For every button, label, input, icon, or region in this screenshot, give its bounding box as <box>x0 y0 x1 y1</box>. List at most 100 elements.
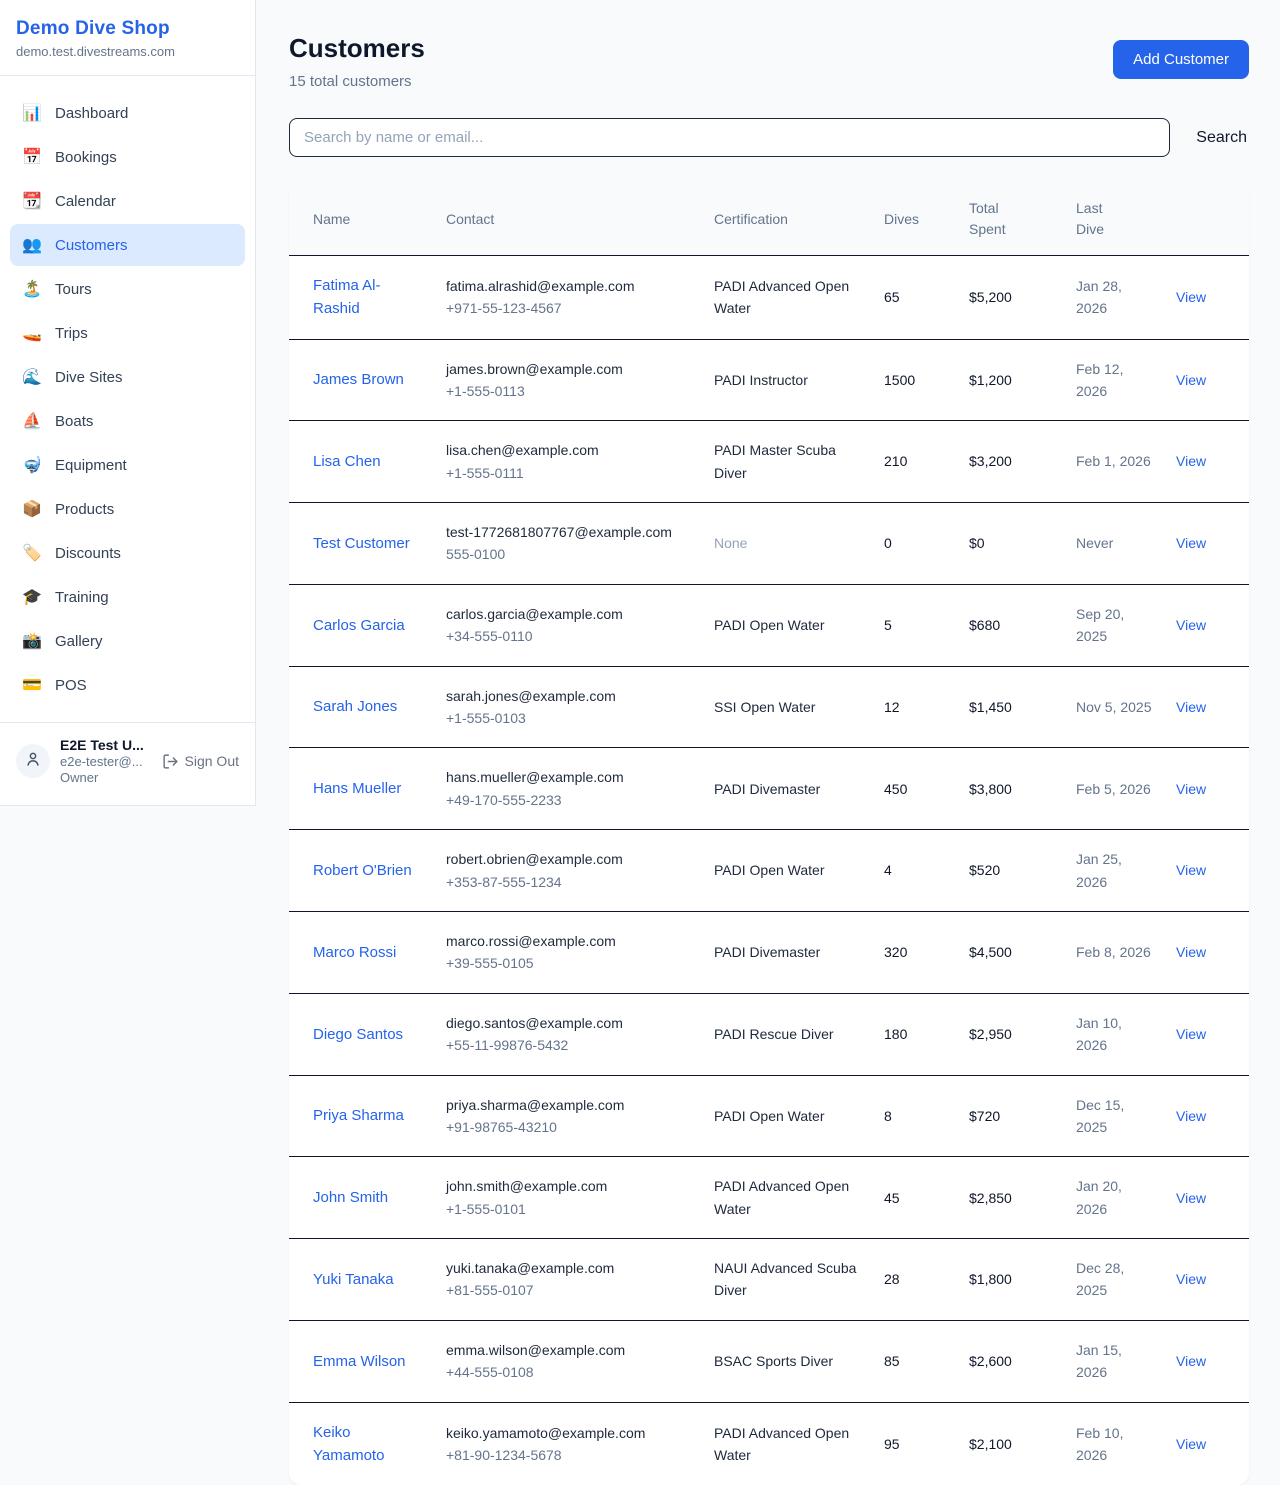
customer-certification: NAUI Advanced Scuba Diver <box>714 1260 856 1298</box>
cell-total-spent: $680 <box>957 584 1064 666</box>
cell-total-spent: $520 <box>957 830 1064 912</box>
view-customer-link[interactable]: View <box>1176 1190 1206 1206</box>
customer-name-link[interactable]: Fatima Al-Rashid <box>313 274 422 321</box>
sidebar-item-calendar[interactable]: 📆Calendar <box>10 180 245 222</box>
view-customer-link[interactable]: View <box>1176 1436 1206 1452</box>
customer-total-spent: $720 <box>969 1108 1000 1124</box>
customer-total-spent: $2,950 <box>969 1026 1012 1042</box>
cell-last-dive: Feb 1, 2026 <box>1064 421 1164 503</box>
customer-dives: 320 <box>884 944 907 960</box>
view-customer-link[interactable]: View <box>1176 617 1206 633</box>
view-customer-link[interactable]: View <box>1176 781 1206 797</box>
view-customer-link[interactable]: View <box>1176 289 1206 305</box>
sidebar-item-dashboard[interactable]: 📊 Dashboard <box>10 92 245 134</box>
customer-certification: None <box>714 535 747 551</box>
column-header-name: Name <box>289 183 434 256</box>
add-customer-button[interactable]: Add Customer <box>1113 40 1249 79</box>
customer-name-link[interactable]: Marco Rossi <box>313 941 396 964</box>
customer-certification: PADI Open Water <box>714 862 824 878</box>
cell-certification: PADI Open Water <box>702 1075 872 1157</box>
customer-name-link[interactable]: Yuki Tanaka <box>313 1268 394 1291</box>
view-customer-link[interactable]: View <box>1176 1271 1206 1287</box>
customer-name-link[interactable]: Diego Santos <box>313 1023 403 1046</box>
customer-name-link[interactable]: Emma Wilson <box>313 1350 406 1373</box>
view-customer-link[interactable]: View <box>1176 372 1206 388</box>
products-icon: 📦 <box>22 499 42 519</box>
dashboard-icon: 📊 <box>22 103 42 123</box>
view-customer-link[interactable]: View <box>1176 1108 1206 1124</box>
table-row: John Smith john.smith@example.com+1-555-0… <box>289 1157 1249 1239</box>
customer-last-dive: Feb 5, 2026 <box>1076 781 1151 797</box>
cell-actions: View <box>1164 748 1249 830</box>
cell-actions: View <box>1164 503 1249 585</box>
sidebar-item-trips[interactable]: 🚤Trips <box>10 312 245 354</box>
customer-email: james.brown@example.com <box>446 358 690 380</box>
search-input[interactable] <box>289 118 1170 157</box>
view-customer-link[interactable]: View <box>1176 535 1206 551</box>
cell-total-spent: $2,850 <box>957 1157 1064 1239</box>
customer-certification: PADI Open Water <box>714 1108 824 1124</box>
customer-name-link[interactable]: Carlos Garcia <box>313 614 405 637</box>
sidebar-item-discounts[interactable]: 🏷️Discounts <box>10 532 245 574</box>
table-header-row: NameContactCertificationDivesTotal Spent… <box>289 183 1249 256</box>
cell-certification: None <box>702 503 872 585</box>
sidebar-item-products[interactable]: 📦Products <box>10 488 245 530</box>
search-row: Search <box>289 118 1249 157</box>
customer-name-link[interactable]: Priya Sharma <box>313 1104 404 1127</box>
boats-icon: ⛵ <box>22 411 42 431</box>
sidebar-item-pos[interactable]: 💳POS <box>10 664 245 706</box>
sidebar-item-bookings[interactable]: 📅Bookings <box>10 136 245 178</box>
customer-phone: +55-11-99876-5432 <box>446 1034 690 1056</box>
customer-email: priya.sharma@example.com <box>446 1094 690 1116</box>
sidebar-item-label: Dashboard <box>55 105 128 122</box>
customer-total-spent: $2,850 <box>969 1190 1012 1206</box>
table-row: Carlos Garciacarlos.garcia@example.com+3… <box>289 584 1249 666</box>
cell-total-spent: $1,200 <box>957 339 1064 421</box>
sidebar-item-equipment[interactable]: 🤿Equipment <box>10 444 245 486</box>
cell-last-dive: Feb 10, 2026 <box>1064 1402 1164 1485</box>
trips-icon: 🚤 <box>22 323 42 343</box>
sidebar-item-customers[interactable]: 👥Customers <box>10 224 245 266</box>
sidebar-item-gallery[interactable]: 📸Gallery <box>10 620 245 662</box>
sidebar-item-training[interactable]: 🎓Training <box>10 576 245 618</box>
customer-last-dive: Jan 10, 2026 <box>1076 1015 1122 1053</box>
customer-phone: +1-555-0111 <box>446 462 690 484</box>
cell-total-spent: $3,800 <box>957 748 1064 830</box>
cell-name: Robert O'Brien <box>289 830 434 912</box>
customer-name-link[interactable]: James Brown <box>313 368 404 391</box>
view-customer-link[interactable]: View <box>1176 699 1206 715</box>
cell-contact: john.smith@example.com+1-555-0101 <box>434 1157 702 1239</box>
sidebar-item-tours[interactable]: 🏝️Tours <box>10 268 245 310</box>
customer-name-link[interactable]: Sarah Jones <box>313 695 397 718</box>
sign-out-button[interactable]: Sign Out <box>162 753 239 770</box>
customer-last-dive: Sep 20, 2025 <box>1076 606 1124 644</box>
sidebar-item-label: Tours <box>55 281 92 298</box>
table-row: Emma Wilsonemma.wilson@example.com+44-55… <box>289 1320 1249 1402</box>
customer-email: diego.santos@example.com <box>446 1012 690 1034</box>
view-customer-link[interactable]: View <box>1176 862 1206 878</box>
customer-total-spent: $3,200 <box>969 453 1012 469</box>
customer-phone: +1-555-0103 <box>446 707 690 729</box>
customer-name-link[interactable]: Hans Mueller <box>313 777 401 800</box>
customer-name-link[interactable]: John Smith <box>313 1186 388 1209</box>
view-customer-link[interactable]: View <box>1176 1353 1206 1369</box>
customer-name-link[interactable]: Lisa Chen <box>313 450 381 473</box>
view-customer-link[interactable]: View <box>1176 453 1206 469</box>
table-row: Keiko Yamamotokeiko.yamamoto@example.com… <box>289 1402 1249 1485</box>
customer-dives: 85 <box>884 1353 900 1369</box>
customer-phone: +1-555-0101 <box>446 1198 690 1220</box>
sidebar-item-dive-sites[interactable]: 🌊Dive Sites <box>10 356 245 398</box>
view-customer-link[interactable]: View <box>1176 1026 1206 1042</box>
cell-last-dive: Nov 5, 2025 <box>1064 666 1164 748</box>
customer-phone: +49-170-555-2233 <box>446 789 690 811</box>
view-customer-link[interactable]: View <box>1176 944 1206 960</box>
search-button[interactable]: Search <box>1194 121 1249 155</box>
customer-name-link[interactable]: Robert O'Brien <box>313 859 412 882</box>
sidebar-item-boats[interactable]: ⛵Boats <box>10 400 245 442</box>
cell-certification: PADI Advanced Open Water <box>702 1402 872 1485</box>
customer-email: john.smith@example.com <box>446 1175 690 1197</box>
customer-name-link[interactable]: Keiko Yamamoto <box>313 1421 422 1468</box>
user-role: Owner <box>60 770 152 785</box>
cell-actions: View <box>1164 1075 1249 1157</box>
customer-name-link[interactable]: Test Customer <box>313 532 410 555</box>
